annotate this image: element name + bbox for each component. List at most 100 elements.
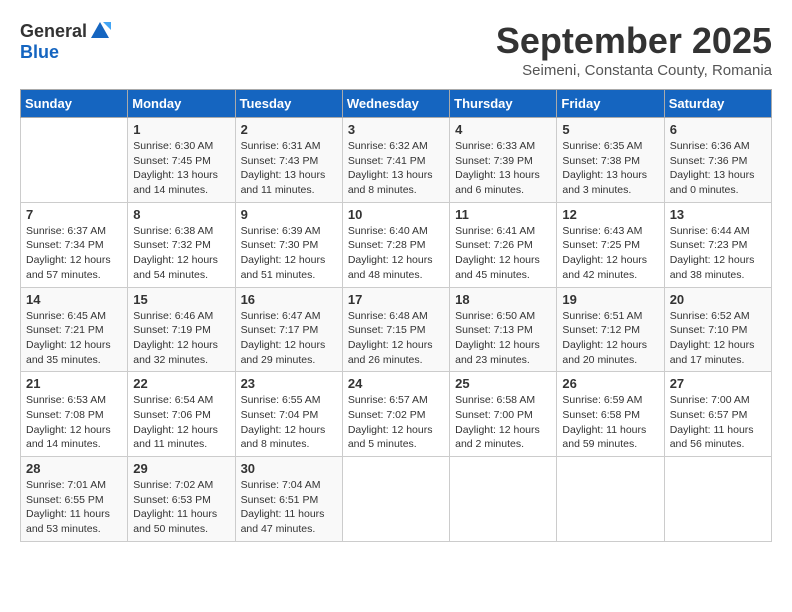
day-number: 23 [241,376,337,391]
cell-content: Sunrise: 6:57 AM Sunset: 7:02 PM Dayligh… [348,393,444,452]
table-row: 15 Sunrise: 6:46 AM Sunset: 7:19 PM Dayli… [128,287,235,372]
table-row: 28 Sunrise: 7:01 AM Sunset: 6:55 PM Dayli… [21,457,128,542]
day-number: 9 [241,207,337,222]
cell-content: Sunrise: 6:50 AM Sunset: 7:13 PM Dayligh… [455,309,551,368]
header-thursday: Thursday [450,90,557,118]
day-number: 15 [133,292,229,307]
cell-content: Sunrise: 6:30 AM Sunset: 7:45 PM Dayligh… [133,139,229,198]
day-number: 27 [670,376,766,391]
header-tuesday: Tuesday [235,90,342,118]
calendar-week-row: 1 Sunrise: 6:30 AM Sunset: 7:45 PM Daylig… [21,118,772,203]
day-number: 29 [133,461,229,476]
cell-content: Sunrise: 6:33 AM Sunset: 7:39 PM Dayligh… [455,139,551,198]
table-row: 24 Sunrise: 6:57 AM Sunset: 7:02 PM Dayli… [342,372,449,457]
cell-content: Sunrise: 6:38 AM Sunset: 7:32 PM Dayligh… [133,224,229,283]
cell-content: Sunrise: 6:59 AM Sunset: 6:58 PM Dayligh… [562,393,658,452]
day-number: 10 [348,207,444,222]
table-row: 2 Sunrise: 6:31 AM Sunset: 7:43 PM Daylig… [235,118,342,203]
cell-content: Sunrise: 6:45 AM Sunset: 7:21 PM Dayligh… [26,309,122,368]
table-row: 26 Sunrise: 6:59 AM Sunset: 6:58 PM Dayli… [557,372,664,457]
header-saturday: Saturday [664,90,771,118]
calendar-week-row: 28 Sunrise: 7:01 AM Sunset: 6:55 PM Dayli… [21,457,772,542]
day-number: 22 [133,376,229,391]
day-number: 28 [26,461,122,476]
table-row: 8 Sunrise: 6:38 AM Sunset: 7:32 PM Daylig… [128,202,235,287]
day-number: 25 [455,376,551,391]
header-wednesday: Wednesday [342,90,449,118]
day-number: 26 [562,376,658,391]
cell-content: Sunrise: 6:54 AM Sunset: 7:06 PM Dayligh… [133,393,229,452]
table-row [21,118,128,203]
table-row: 20 Sunrise: 6:52 AM Sunset: 7:10 PM Dayli… [664,287,771,372]
logo-blue-text: Blue [20,42,111,63]
day-number: 7 [26,207,122,222]
table-row: 17 Sunrise: 6:48 AM Sunset: 7:15 PM Dayli… [342,287,449,372]
cell-content: Sunrise: 7:04 AM Sunset: 6:51 PM Dayligh… [241,478,337,537]
table-row: 21 Sunrise: 6:53 AM Sunset: 7:08 PM Dayli… [21,372,128,457]
table-row: 1 Sunrise: 6:30 AM Sunset: 7:45 PM Daylig… [128,118,235,203]
cell-content: Sunrise: 6:40 AM Sunset: 7:28 PM Dayligh… [348,224,444,283]
table-row: 10 Sunrise: 6:40 AM Sunset: 7:28 PM Dayli… [342,202,449,287]
table-row: 3 Sunrise: 6:32 AM Sunset: 7:41 PM Daylig… [342,118,449,203]
cell-content: Sunrise: 6:32 AM Sunset: 7:41 PM Dayligh… [348,139,444,198]
cell-content: Sunrise: 6:53 AM Sunset: 7:08 PM Dayligh… [26,393,122,452]
cell-content: Sunrise: 6:41 AM Sunset: 7:26 PM Dayligh… [455,224,551,283]
day-number: 30 [241,461,337,476]
day-number: 8 [133,207,229,222]
day-number: 20 [670,292,766,307]
logo: General Blue [20,20,111,63]
title-block: September 2025 Seimeni, Constanta County… [496,20,772,79]
day-number: 13 [670,207,766,222]
calendar-week-row: 14 Sunrise: 6:45 AM Sunset: 7:21 PM Dayli… [21,287,772,372]
cell-content: Sunrise: 6:44 AM Sunset: 7:23 PM Dayligh… [670,224,766,283]
table-row: 12Sunrise: 6:43 AM Sunset: 7:25 PM Dayli… [557,202,664,287]
day-number: 19 [562,292,658,307]
day-number: 6 [670,122,766,137]
day-number: 14 [26,292,122,307]
day-number: 12 [562,207,658,222]
calendar-week-row: 21 Sunrise: 6:53 AM Sunset: 7:08 PM Dayli… [21,372,772,457]
table-row: 13 Sunrise: 6:44 AM Sunset: 7:23 PM Dayli… [664,202,771,287]
cell-content: Sunrise: 6:46 AM Sunset: 7:19 PM Dayligh… [133,309,229,368]
table-row: 9 Sunrise: 6:39 AM Sunset: 7:30 PM Daylig… [235,202,342,287]
table-row: 30 Sunrise: 7:04 AM Sunset: 6:51 PM Dayli… [235,457,342,542]
day-number: 21 [26,376,122,391]
table-row: 6 Sunrise: 6:36 AM Sunset: 7:36 PM Daylig… [664,118,771,203]
cell-content: Sunrise: 6:47 AM Sunset: 7:17 PM Dayligh… [241,309,337,368]
cell-content: Sunrise: 6:51 AM Sunset: 7:12 PM Dayligh… [562,309,658,368]
cell-content: Sunrise: 6:52 AM Sunset: 7:10 PM Dayligh… [670,309,766,368]
day-number: 24 [348,376,444,391]
table-row: 27 Sunrise: 7:00 AM Sunset: 6:57 PM Dayli… [664,372,771,457]
header-monday: Monday [128,90,235,118]
cell-content: Sunrise: 6:48 AM Sunset: 7:15 PM Dayligh… [348,309,444,368]
day-number: 2 [241,122,337,137]
day-number: 1 [133,122,229,137]
table-row: 11 Sunrise: 6:41 AM Sunset: 7:26 PM Dayli… [450,202,557,287]
page-header: General Blue September 2025 Seimeni, Con… [20,20,772,79]
cell-content: Sunrise: 6:39 AM Sunset: 7:30 PM Dayligh… [241,224,337,283]
header-sunday: Sunday [21,90,128,118]
table-row: 4 Sunrise: 6:33 AM Sunset: 7:39 PM Daylig… [450,118,557,203]
cell-content: Sunrise: 6:55 AM Sunset: 7:04 PM Dayligh… [241,393,337,452]
location-subtitle: Seimeni, Constanta County, Romania [496,62,772,79]
table-row: 29Sunrise: 7:02 AM Sunset: 6:53 PM Dayli… [128,457,235,542]
day-number: 16 [241,292,337,307]
table-row: 19 Sunrise: 6:51 AM Sunset: 7:12 PM Dayli… [557,287,664,372]
cell-content: Sunrise: 6:36 AM Sunset: 7:36 PM Dayligh… [670,139,766,198]
table-row [450,457,557,542]
calendar-header-row: Sunday Monday Tuesday Wednesday Thursday… [21,90,772,118]
table-row: 18Sunrise: 6:50 AM Sunset: 7:13 PM Dayli… [450,287,557,372]
table-row: 16 Sunrise: 6:47 AM Sunset: 7:17 PM Dayli… [235,287,342,372]
day-number: 3 [348,122,444,137]
day-number: 17 [348,292,444,307]
cell-content: Sunrise: 6:35 AM Sunset: 7:38 PM Dayligh… [562,139,658,198]
table-row [342,457,449,542]
day-number: 11 [455,207,551,222]
cell-content: Sunrise: 6:31 AM Sunset: 7:43 PM Dayligh… [241,139,337,198]
day-number: 4 [455,122,551,137]
cell-content: Sunrise: 7:00 AM Sunset: 6:57 PM Dayligh… [670,393,766,452]
cell-content: Sunrise: 7:01 AM Sunset: 6:55 PM Dayligh… [26,478,122,537]
month-title: September 2025 [496,20,772,62]
logo-general-text: General [20,21,87,42]
table-row: 23 Sunrise: 6:55 AM Sunset: 7:04 PM Dayli… [235,372,342,457]
